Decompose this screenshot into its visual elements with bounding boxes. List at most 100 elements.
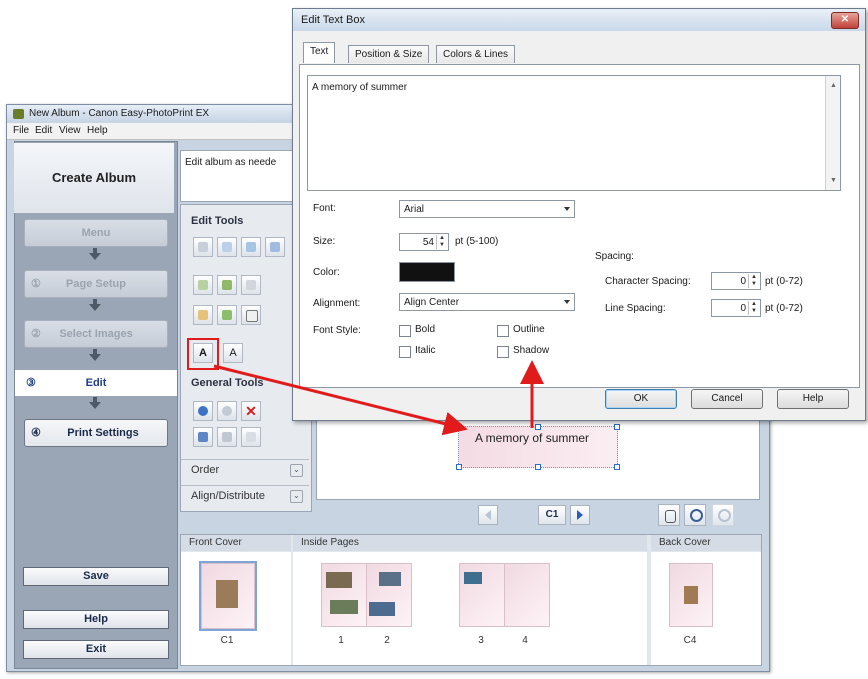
photo [684, 586, 698, 604]
char-spacing-range: pt (0-72) [765, 276, 803, 287]
resize-handle[interactable] [456, 424, 462, 430]
redo-button[interactable] [217, 401, 237, 421]
shadow-checkbox[interactable] [497, 346, 509, 358]
line-spacing-label: Line Spacing: [605, 303, 666, 314]
paste-icon [246, 432, 256, 442]
frame-button[interactable] [217, 237, 237, 257]
zoom-in-button[interactable] [684, 504, 706, 526]
size-spinner[interactable]: 54 ▲ ▼ [399, 233, 449, 251]
page-4-thumbnail[interactable] [504, 563, 550, 627]
size-value: 54 [422, 237, 434, 248]
order-section[interactable]: Order ⌄ [181, 459, 309, 480]
char-spacing-value: 0 [740, 276, 746, 287]
save-button[interactable]: Save [23, 567, 169, 586]
menu-view[interactable]: View [59, 125, 81, 136]
menu-file[interactable]: File [13, 125, 29, 136]
font-select[interactable]: Arial [399, 200, 575, 218]
highlight-box [187, 338, 219, 370]
exit-button[interactable]: Exit [23, 640, 169, 659]
edit-text-box-dialog: Edit Text Box ✕ Text Position & Size Col… [292, 8, 866, 421]
zoom-out-button[interactable] [712, 504, 734, 526]
step-arrow-icon [89, 354, 101, 361]
step-print-settings-label: Print Settings [67, 427, 139, 439]
window-title: New Album - Canon Easy-PhotoPrint EX [29, 108, 210, 119]
background-button[interactable] [265, 237, 285, 257]
undo-button[interactable] [193, 401, 213, 421]
ok-button[interactable]: OK [605, 389, 677, 409]
chevron-down-icon: ⌄ [290, 490, 303, 503]
step-page-setup: ① Page Setup [24, 270, 168, 298]
photo [330, 600, 358, 614]
vertical-scrollbar[interactable]: ▲ ▼ [825, 76, 840, 190]
char-spacing-spinner[interactable]: 0 ▲ ▼ [711, 272, 761, 290]
date-icon [198, 280, 208, 290]
menu-help[interactable]: Help [87, 125, 108, 136]
chevron-right-icon [577, 510, 583, 520]
text-input[interactable]: A memory of summer ▲ ▼ [307, 75, 841, 191]
filter-icon [198, 310, 208, 320]
filter-button[interactable] [193, 305, 213, 325]
resize-handle[interactable] [614, 424, 620, 430]
alignment-label: Alignment: [313, 298, 361, 309]
paste-button[interactable] [241, 427, 261, 447]
dropdown-arrow-icon [564, 300, 570, 304]
tab-position-size[interactable]: Position & Size [348, 45, 430, 63]
spinner-arrows-icon[interactable]: ▲ ▼ [436, 235, 447, 249]
menu-edit[interactable]: Edit [35, 125, 52, 136]
shape-button[interactable] [241, 305, 261, 325]
hand-tool-button[interactable] [658, 504, 680, 526]
tab-colors-lines[interactable]: Colors & Lines [436, 45, 516, 63]
vertical-text-icon: A [229, 347, 237, 359]
photo [379, 572, 401, 586]
clip-art-icon [246, 280, 256, 290]
date-button[interactable] [193, 275, 213, 295]
line-spacing-spinner[interactable]: 0 ▲ ▼ [711, 299, 761, 317]
outline-checkbox[interactable] [497, 325, 509, 337]
help-button[interactable]: Help [23, 610, 169, 629]
layout-button[interactable] [241, 237, 261, 257]
step-edit[interactable]: ③ Edit [15, 370, 177, 396]
resize-handle[interactable] [614, 464, 620, 470]
page-1-thumbnail[interactable] [321, 563, 367, 627]
delete-button[interactable]: ✕ [241, 401, 261, 421]
effects-button[interactable] [217, 305, 237, 325]
step-print-settings[interactable]: ④ Print Settings [24, 419, 168, 447]
add-vertical-text-button[interactable]: A [223, 343, 243, 363]
align-distribute-section[interactable]: Align/Distribute ⌄ [181, 485, 309, 506]
spinner-arrows-icon[interactable]: ▲ ▼ [748, 274, 759, 288]
close-button[interactable]: ✕ [831, 12, 859, 29]
clip-art-button[interactable] [241, 275, 261, 295]
scroll-down-icon: ▼ [830, 177, 837, 184]
resize-handle[interactable] [535, 464, 541, 470]
inside-pages-header: Inside Pages [293, 535, 647, 551]
front-cover-thumbnail[interactable] [199, 561, 257, 631]
cut-button[interactable] [193, 427, 213, 447]
page-3-thumbnail[interactable] [459, 563, 505, 627]
spinner-arrows-icon[interactable]: ▲ ▼ [748, 301, 759, 315]
next-page-button[interactable] [570, 505, 590, 525]
back-cover-header: Back Cover [651, 535, 761, 551]
photo-button[interactable] [217, 275, 237, 295]
prev-page-button[interactable] [478, 505, 498, 525]
alignment-select[interactable]: Align Center [399, 293, 575, 311]
delete-icon: ✕ [245, 403, 257, 419]
tab-text[interactable]: Text [303, 42, 336, 63]
italic-checkbox[interactable] [399, 346, 411, 358]
page-2-thumbnail[interactable] [366, 563, 412, 627]
selected-text-box[interactable]: A memory of summer [456, 424, 620, 470]
page-number: C4 [683, 635, 697, 646]
copy-button[interactable] [217, 427, 237, 447]
resize-handle[interactable] [456, 464, 462, 470]
add-image-button[interactable] [193, 237, 213, 257]
zoom-out-icon [718, 509, 731, 522]
back-cover-thumbnail[interactable] [669, 563, 713, 627]
dialog-help-button[interactable]: Help [777, 389, 849, 409]
app-icon [13, 109, 24, 119]
color-button[interactable] [399, 262, 455, 282]
photo [326, 572, 352, 588]
resize-handle[interactable] [535, 424, 541, 430]
bold-checkbox[interactable] [399, 325, 411, 337]
page-number: 4 [522, 635, 528, 646]
cancel-button[interactable]: Cancel [691, 389, 763, 409]
chevron-down-icon: ⌄ [290, 464, 303, 477]
